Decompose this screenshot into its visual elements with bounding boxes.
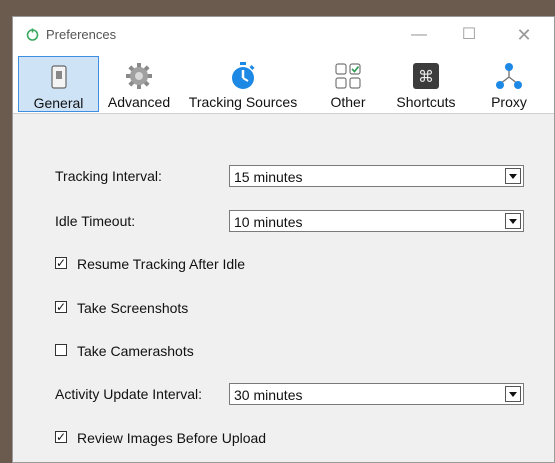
tab-other[interactable]: Other xyxy=(316,56,380,112)
chevron-down-icon[interactable] xyxy=(505,213,521,229)
preferences-toolbar: General Advanced Tracking Sources Other … xyxy=(13,53,554,114)
idle-timeout-select[interactable]: 10 minutes xyxy=(229,210,524,232)
title-bar[interactable]: Preferences — ☐ ✕ xyxy=(13,17,554,53)
minimize-button[interactable]: — xyxy=(396,17,442,53)
window-title: Preferences xyxy=(46,27,117,42)
take-camerashots-label[interactable]: Take Camerashots xyxy=(77,343,194,359)
resume-tracking-checkbox[interactable]: ✓ xyxy=(55,257,67,269)
stopwatch-icon xyxy=(228,61,258,91)
take-screenshots-checkbox[interactable]: ✓ xyxy=(55,301,67,313)
idle-timeout-label: Idle Timeout: xyxy=(55,213,136,229)
svg-text:⌘: ⌘ xyxy=(418,67,434,86)
network-nodes-icon xyxy=(494,61,524,91)
take-camerashots-checkbox[interactable] xyxy=(55,344,67,356)
chevron-down-icon[interactable] xyxy=(505,386,521,402)
tab-tracking-sources[interactable]: Tracking Sources xyxy=(179,56,307,112)
close-button[interactable]: ✕ xyxy=(501,17,547,53)
tracking-interval-select[interactable]: 15 minutes xyxy=(229,165,524,187)
tab-shortcuts-label: Shortcuts xyxy=(396,94,456,110)
preferences-window: Preferences — ☐ ✕ General Advanced Track… xyxy=(12,16,555,463)
switch-icon xyxy=(44,62,74,92)
tab-advanced[interactable]: Advanced xyxy=(100,56,178,112)
activity-update-interval-value: 30 minutes xyxy=(234,387,303,403)
gear-icon xyxy=(124,61,154,91)
app-icon xyxy=(26,28,39,41)
tab-general[interactable]: General xyxy=(18,56,99,112)
resume-tracking-label[interactable]: Resume Tracking After Idle xyxy=(77,256,245,272)
idle-timeout-value: 10 minutes xyxy=(234,214,303,230)
tracking-interval-label: Tracking Interval: xyxy=(55,168,162,184)
tab-tracking-sources-label: Tracking Sources xyxy=(188,94,298,110)
grid-check-icon xyxy=(333,61,363,91)
take-screenshots-label[interactable]: Take Screenshots xyxy=(77,300,188,316)
command-key-icon: ⌘ xyxy=(411,61,441,91)
tab-advanced-label: Advanced xyxy=(107,94,171,110)
maximize-button[interactable]: ☐ xyxy=(446,17,492,53)
tab-shortcuts[interactable]: ⌘ Shortcuts xyxy=(385,56,467,112)
review-images-checkbox[interactable]: ✓ xyxy=(55,431,67,443)
tracking-interval-value: 15 minutes xyxy=(234,169,303,185)
activity-update-interval-select[interactable]: 30 minutes xyxy=(229,383,524,405)
activity-update-interval-label: Activity Update Interval: xyxy=(55,386,203,402)
review-images-label[interactable]: Review Images Before Upload xyxy=(77,430,266,446)
tab-proxy[interactable]: Proxy xyxy=(479,56,539,112)
tab-other-label: Other xyxy=(330,94,366,110)
tab-general-label: General xyxy=(33,95,84,111)
chevron-down-icon[interactable] xyxy=(505,168,521,184)
tab-proxy-label: Proxy xyxy=(491,94,527,110)
